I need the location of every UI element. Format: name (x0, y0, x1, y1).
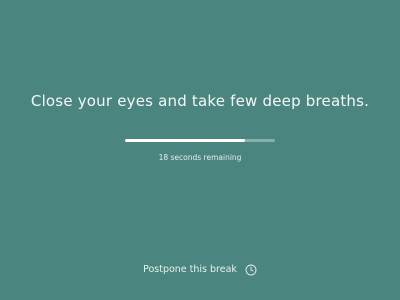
break-progress-bar (125, 139, 275, 142)
postpone-break-label: Postpone this break (143, 263, 237, 275)
remaining-time-text: 18 seconds remaining (158, 153, 242, 162)
clock-icon (245, 263, 257, 276)
break-screen: Close your eyes and take few deep breath… (0, 0, 400, 300)
break-message: Close your eyes and take few deep breath… (30, 92, 370, 110)
break-progress-fill (125, 139, 245, 142)
postpone-break-button[interactable]: Postpone this break (0, 263, 400, 276)
